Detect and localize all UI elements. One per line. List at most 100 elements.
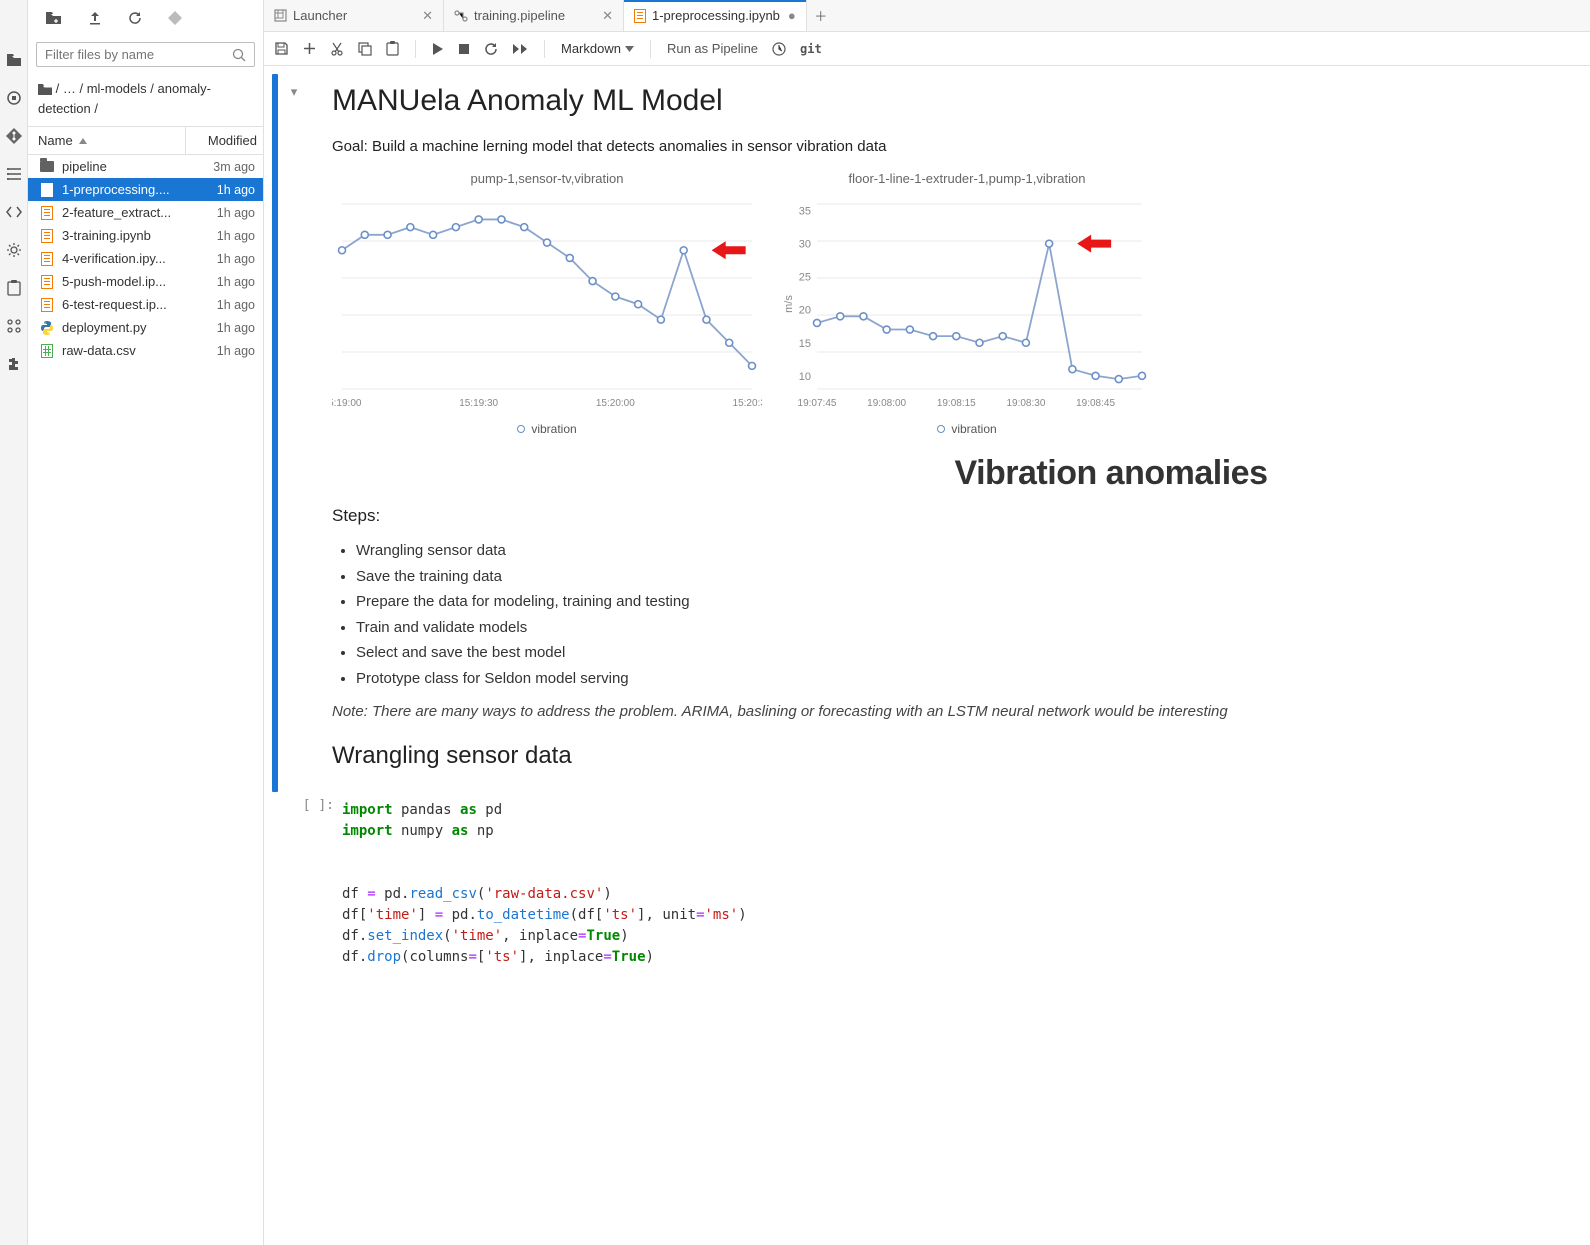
folder-icon: [38, 161, 56, 172]
settings-rail-icon[interactable]: [6, 242, 22, 258]
file-row[interactable]: raw-data.csv1h ago: [28, 339, 263, 362]
refresh-icon[interactable]: [128, 11, 142, 25]
notebook-icon: [38, 298, 56, 312]
file-modified: 3m ago: [191, 160, 255, 174]
svg-text:30: 30: [799, 238, 811, 250]
upload-icon[interactable]: [88, 11, 102, 25]
tab-label: training.pipeline: [474, 8, 594, 23]
clock-icon[interactable]: [772, 42, 786, 56]
file-row[interactable]: 1-preprocessing....1h ago: [28, 178, 263, 201]
collapse-toggle[interactable]: ▾: [284, 74, 304, 792]
git-rail-icon[interactable]: [6, 128, 22, 144]
svg-text:15:20:00: 15:20:00: [596, 398, 635, 409]
notebook-content[interactable]: ▾ MANUela Anomaly ML Model Goal: Build a…: [264, 66, 1590, 1245]
notebook-icon: [38, 252, 56, 266]
code-cell[interactable]: [ ]: import pandas as pd import numpy as…: [264, 794, 1590, 974]
python-icon: [38, 321, 56, 335]
stop-button[interactable]: [458, 43, 470, 55]
file-row[interactable]: 5-push-model.ip...1h ago: [28, 270, 263, 293]
fb-header: Name Modified: [28, 126, 263, 155]
file-row[interactable]: 4-verification.ipy...1h ago: [28, 247, 263, 270]
chart2: 101520253035m/s19:07:4519:08:0019:08:151…: [782, 194, 1152, 414]
notebook-icon: [38, 229, 56, 243]
heading-wrangling: Wrangling sensor data: [332, 742, 1580, 770]
run-button[interactable]: [432, 42, 444, 56]
chart2-title: floor-1-line-1-extruder-1,pump-1,vibrati…: [849, 171, 1086, 186]
git-button[interactable]: git: [800, 42, 822, 56]
close-icon[interactable]: ✕: [422, 8, 433, 24]
col-name-header[interactable]: Name: [28, 127, 185, 154]
file-name: raw-data.csv: [62, 343, 191, 358]
filter-input-wrap[interactable]: [36, 42, 255, 67]
snippets-rail-icon[interactable]: [6, 204, 22, 220]
svg-text:19:08:30: 19:08:30: [1006, 398, 1045, 409]
save-button[interactable]: [274, 41, 289, 56]
components-rail-icon[interactable]: [6, 318, 22, 334]
file-name: 3-training.ipynb: [62, 228, 191, 243]
svg-text:15: 15: [799, 337, 811, 349]
step-item: Save the training data: [356, 564, 1580, 590]
file-name: 1-preprocessing....: [62, 182, 191, 197]
svg-text:19:08:00: 19:08:00: [867, 398, 906, 409]
paste-button[interactable]: [386, 41, 399, 56]
svg-text:15:20:30: 15:20:30: [733, 398, 762, 409]
file-list: pipeline3m ago1-preprocessing....1h ago2…: [28, 155, 263, 1245]
tab-notebook[interactable]: 1-preprocessing.ipynb ●: [624, 0, 807, 31]
markdown-cell[interactable]: ▾ MANUela Anomaly ML Model Goal: Build a…: [264, 72, 1590, 794]
restart-button[interactable]: [484, 42, 498, 56]
chart1-title: pump-1,sensor-tv,vibration: [471, 171, 624, 186]
svg-text:15:19:30: 15:19:30: [459, 398, 498, 409]
tab-label: 1-preprocessing.ipynb: [652, 8, 780, 23]
insert-cell-button[interactable]: [303, 42, 316, 55]
file-row[interactable]: pipeline3m ago: [28, 155, 263, 178]
new-folder-icon[interactable]: [46, 11, 62, 25]
copy-button[interactable]: [358, 42, 372, 56]
search-icon: [232, 48, 246, 62]
filebrowser-rail-icon[interactable]: [6, 52, 22, 68]
file-name: 4-verification.ipy...: [62, 251, 191, 266]
file-modified: 1h ago: [191, 344, 255, 358]
steps-label: Steps:: [332, 503, 1580, 529]
svg-text:10: 10: [799, 370, 811, 382]
filter-input[interactable]: [45, 47, 232, 62]
add-tab-button[interactable]: ＋: [807, 0, 835, 31]
svg-text:15:19:00: 15:19:00: [332, 398, 362, 409]
tab-bar: Launcher ✕ training.pipeline ✕ 1-preproc…: [264, 0, 1590, 32]
step-item: Select and save the best model: [356, 640, 1580, 666]
run-all-button[interactable]: [512, 43, 528, 55]
code-body[interactable]: import pandas as pd import numpy as np d…: [342, 796, 1580, 972]
tab-launcher[interactable]: Launcher ✕: [264, 0, 444, 31]
file-modified: 1h ago: [191, 183, 255, 197]
file-row[interactable]: 3-training.ipynb1h ago: [28, 224, 263, 247]
git-fb-icon[interactable]: [168, 11, 182, 25]
notebook-toolbar: Markdown Run as Pipeline git: [264, 32, 1590, 66]
file-row[interactable]: deployment.py1h ago: [28, 316, 263, 339]
celltype-select[interactable]: Markdown: [561, 41, 634, 56]
step-item: Wrangling sensor data: [356, 538, 1580, 564]
notebook-icon: [38, 275, 56, 289]
chart1-legend: vibration: [531, 422, 576, 436]
toc-rail-icon[interactable]: [6, 166, 22, 182]
step-item: Prototype class for Seldon model serving: [356, 666, 1580, 692]
file-modified: 1h ago: [191, 321, 255, 335]
step-item: Prepare the data for modeling, training …: [356, 589, 1580, 615]
launcher-icon: [274, 9, 287, 22]
clipboard-rail-icon[interactable]: [6, 280, 22, 296]
file-name: 5-push-model.ip...: [62, 274, 191, 289]
cut-button[interactable]: [330, 42, 344, 56]
file-row[interactable]: 2-feature_extract...1h ago: [28, 201, 263, 224]
col-modified-header[interactable]: Modified: [185, 127, 263, 154]
tab-pipeline[interactable]: training.pipeline ✕: [444, 0, 624, 31]
file-browser: / … / ml-models / anomaly-detection / Na…: [28, 0, 264, 1245]
file-modified: 1h ago: [191, 229, 255, 243]
running-rail-icon[interactable]: [6, 90, 22, 106]
breadcrumb[interactable]: / … / ml-models / anomaly-detection /: [28, 73, 263, 126]
anomaly-heading: Vibration anomalies: [642, 454, 1580, 493]
goal-text: Goal: Build a machine lerning model that…: [332, 136, 1580, 159]
notebook-icon: [634, 9, 646, 23]
extensions-rail-icon[interactable]: [6, 356, 22, 372]
close-icon[interactable]: ✕: [602, 8, 613, 24]
file-row[interactable]: 6-test-request.ip...1h ago: [28, 293, 263, 316]
run-as-pipeline-button[interactable]: Run as Pipeline: [667, 41, 758, 56]
dirty-indicator-icon[interactable]: ●: [788, 8, 796, 23]
